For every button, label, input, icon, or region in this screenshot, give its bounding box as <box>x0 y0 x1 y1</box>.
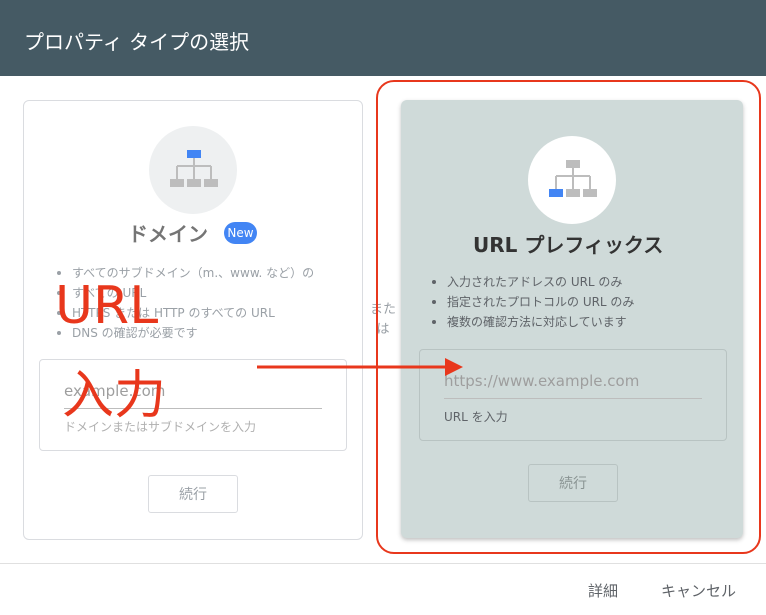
domain-input-box: ドメインまたはサブドメインを入力 <box>39 359 347 451</box>
domain-feature-list: すべてのサブドメイン（m.、www. など）の すべての URL HTTPS ま… <box>52 263 314 343</box>
domain-feature-item: HTTPS または HTTP のすべての URL <box>52 303 314 323</box>
domain-input[interactable] <box>64 373 322 409</box>
dialog-title: プロパティ タイプの選択 <box>24 30 250 54</box>
or-separator: または <box>369 302 396 337</box>
domain-feature-item: すべての URL <box>52 283 314 303</box>
domain-input-label: ドメインまたはサブドメインを入力 <box>64 420 257 434</box>
domain-feature-item: DNS の確認が必要です <box>52 323 314 343</box>
domain-continue-button[interactable]: 続行 <box>148 475 238 513</box>
sitemap-icon <box>549 160 597 197</box>
cancel-button[interactable]: キャンセル <box>661 580 736 601</box>
domain-card-title: ドメイン <box>128 222 208 246</box>
url-input[interactable] <box>444 363 702 399</box>
details-button[interactable]: 詳細 <box>588 580 618 601</box>
url-feature-item: 指定されたプロトコルの URL のみ <box>427 292 634 312</box>
url-input-label: URL を入力 <box>444 410 508 424</box>
footer-divider <box>0 563 766 564</box>
url-continue-button[interactable]: 続行 <box>528 464 618 502</box>
new-badge: New <box>224 222 257 244</box>
url-feature-item: 入力されたアドレスの URL のみ <box>427 272 634 292</box>
sitemap-icon <box>170 150 218 187</box>
domain-property-card[interactable]: ドメイン New すべてのサブドメイン（m.、www. など）の すべての UR… <box>23 100 363 540</box>
domain-icon-circle <box>149 126 237 214</box>
domain-feature-item: すべてのサブドメイン（m.、www. など）の <box>52 263 314 283</box>
property-type-dialog: プロパティ タイプの選択 ドメイン New すべてのサブドメイン（m.、www.… <box>0 0 766 615</box>
url-feature-item: 複数の確認方法に対応しています <box>427 312 634 332</box>
url-icon-circle <box>528 136 616 224</box>
url-prefix-property-card[interactable]: URL プレフィックス 入力されたアドレスの URL のみ 指定されたプロトコル… <box>401 100 743 538</box>
url-input-box: URL を入力 <box>419 349 727 441</box>
dialog-header: プロパティ タイプの選択 <box>0 0 766 76</box>
url-card-title: URL プレフィックス <box>473 233 664 257</box>
url-feature-list: 入力されたアドレスの URL のみ 指定されたプロトコルの URL のみ 複数の… <box>427 272 634 332</box>
